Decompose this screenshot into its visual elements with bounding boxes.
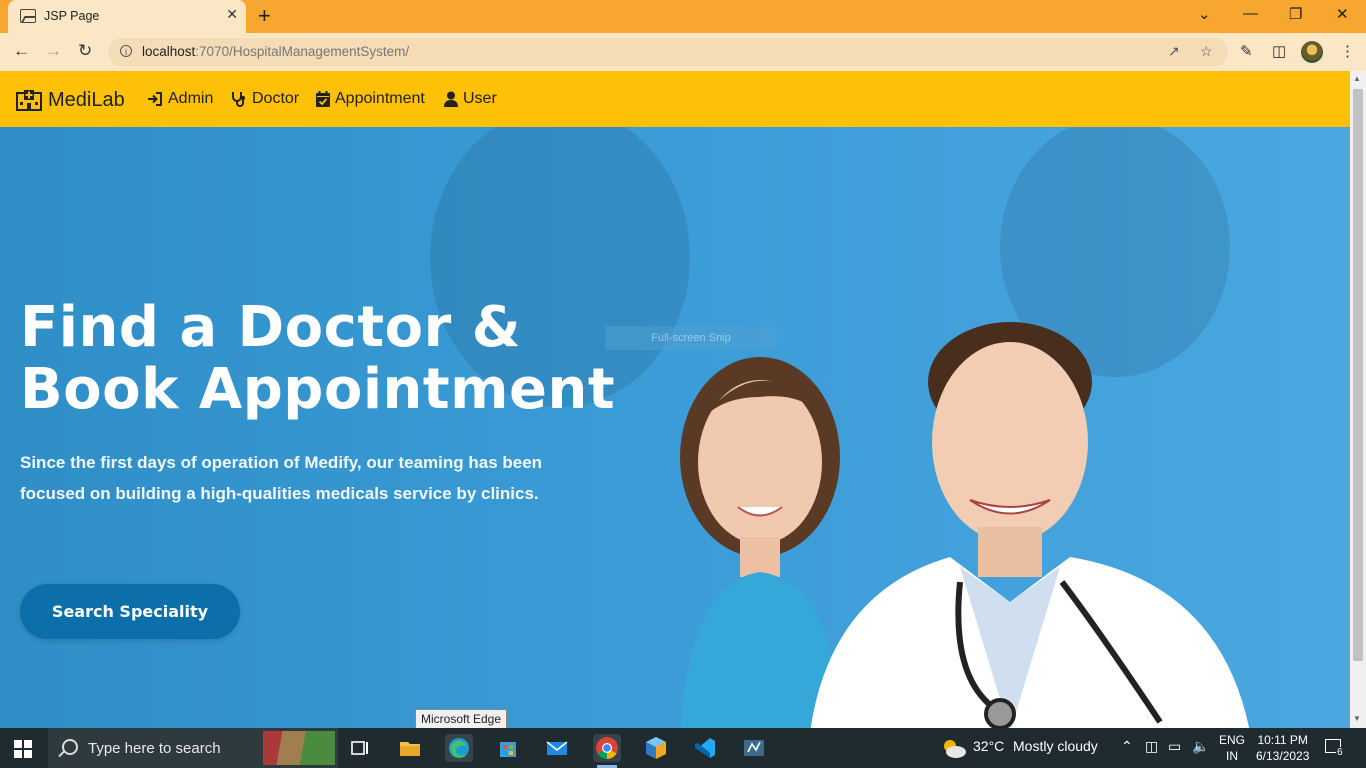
restore-button[interactable]: ❐ [1289, 5, 1302, 23]
sql-developer-icon[interactable] [740, 734, 768, 762]
network-icon[interactable]: ▭ [1168, 738, 1181, 755]
mail-icon[interactable] [543, 734, 571, 762]
more-menu-icon[interactable]: ⋮ [1340, 42, 1355, 60]
vscode-icon[interactable] [691, 734, 719, 762]
search-speciality-button[interactable]: Search Speciality [20, 584, 240, 639]
hero-description: Since the first days of operation of Med… [20, 453, 543, 503]
file-explorer-icon[interactable] [396, 734, 424, 762]
extensions-puzzle-icon[interactable]: ✎ [1240, 42, 1253, 60]
address-bar[interactable]: i localhost:7070/HospitalManagementSyste… [108, 38, 1228, 66]
taskbar-search-placeholder: Type here to search [88, 740, 221, 757]
task-view-icon[interactable] [346, 734, 374, 762]
nav-doctor-link[interactable]: Doctor [231, 90, 299, 108]
profile-avatar[interactable] [1301, 41, 1323, 63]
brand-name: MediLab [48, 88, 125, 111]
notification-count-badge: 6 [1336, 747, 1344, 758]
windows-start-icon[interactable] [14, 740, 32, 758]
search-icon [62, 739, 78, 755]
browser-titlebar: JSP Page ✕ + ⌄ — ❐ ✕ [0, 0, 1366, 33]
weather-description[interactable]: Mostly cloudy [1013, 738, 1098, 754]
brand-link[interactable]: MediLab [16, 87, 125, 113]
windows-taskbar: Type here to search 32°C Mostly cloudy ⌃… [0, 728, 1366, 768]
hero-banner: Find a Doctor & Book Appointment Since th… [0, 127, 1350, 728]
clock-date: 6/13/2023 [1256, 749, 1310, 763]
hero-heading-line1: Find a Doctor & [20, 295, 522, 360]
page-favicon-icon [20, 9, 36, 23]
bookmark-star-icon[interactable]: ☆ [1200, 43, 1213, 60]
hero-heading: Find a Doctor & Book Appointment [20, 297, 615, 421]
share-icon[interactable]: ↗ [1168, 43, 1180, 60]
forward-arrow-icon[interactable]: → [45, 41, 62, 61]
input-language-indicator[interactable]: ENG IN [1219, 732, 1245, 764]
stethoscope-icon [232, 92, 245, 107]
tab-close-icon[interactable]: ✕ [226, 6, 238, 23]
nav-appointment-label: Appointment [335, 90, 425, 107]
language-region: IN [1226, 749, 1238, 763]
hospital-icon [16, 90, 42, 111]
volume-icon[interactable]: 🔈 [1192, 738, 1209, 755]
snip-overlay-label: Full-screen Snip [605, 326, 777, 350]
browser-tab[interactable]: JSP Page ✕ [8, 0, 246, 33]
scroll-down-arrow-icon[interactable]: ▼ [1353, 714, 1361, 723]
hero-heading-line2: Book Appointment [20, 357, 616, 422]
site-navbar: MediLab Admin Doctor Appointment User [0, 71, 1350, 127]
calendar-check-icon [316, 91, 330, 107]
reload-icon[interactable]: ↻ [78, 41, 92, 61]
page-scrollbar[interactable]: ▲ ▼ [1350, 71, 1366, 728]
system-clock[interactable]: 10:11 PM 6/13/2023 [1256, 732, 1309, 764]
weather-temperature[interactable]: 32°C [973, 738, 1004, 754]
web-page: MediLab Admin Doctor Appointment User Fi… [0, 71, 1350, 728]
site-info-icon[interactable]: i [120, 45, 132, 57]
sign-in-icon [148, 92, 162, 106]
new-tab-button[interactable]: + [258, 3, 271, 29]
minimize-button[interactable]: — [1243, 5, 1258, 22]
chrome-browser-icon[interactable] [593, 734, 621, 768]
nav-user-link[interactable]: User [444, 90, 497, 108]
nav-admin-label: Admin [168, 90, 214, 107]
clock-time: 10:11 PM [1257, 733, 1308, 747]
browser-toolbar: ← → ↻ i localhost:7070/HospitalManagemen… [0, 33, 1366, 71]
meet-now-icon[interactable]: ◫ [1145, 738, 1158, 755]
nav-doctor-label: Doctor [252, 90, 300, 107]
tray-expand-chevron-icon[interactable]: ⌃ [1121, 738, 1133, 755]
user-icon [444, 91, 458, 107]
weather-cloudy-icon [944, 740, 966, 758]
back-arrow-icon[interactable]: ← [13, 41, 30, 61]
search-highlight-image [263, 731, 335, 765]
language-code: ENG [1219, 733, 1246, 747]
close-window-button[interactable]: ✕ [1336, 5, 1349, 23]
taskbar-tooltip: Microsoft Edge [415, 709, 508, 729]
side-panel-icon[interactable]: ◫ [1272, 42, 1286, 60]
scrollbar-thumb[interactable] [1353, 89, 1363, 661]
url-text[interactable]: localhost:7070/HospitalManagementSystem/ [142, 44, 409, 59]
tab-title: JSP Page [44, 9, 100, 23]
microsoft-store-icon[interactable] [494, 734, 522, 762]
netbeans-icon[interactable] [642, 734, 670, 762]
taskbar-search-box[interactable]: Type here to search [48, 728, 338, 768]
nav-user-label: User [463, 90, 497, 107]
doctors-photo [680, 322, 1250, 728]
nav-appointment-link[interactable]: Appointment [316, 90, 425, 108]
tab-search-chevron-icon[interactable]: ⌄ [1198, 5, 1211, 23]
scroll-up-arrow-icon[interactable]: ▲ [1353, 74, 1361, 83]
nav-admin-link[interactable]: Admin [147, 90, 213, 108]
edge-browser-icon[interactable] [445, 734, 473, 762]
